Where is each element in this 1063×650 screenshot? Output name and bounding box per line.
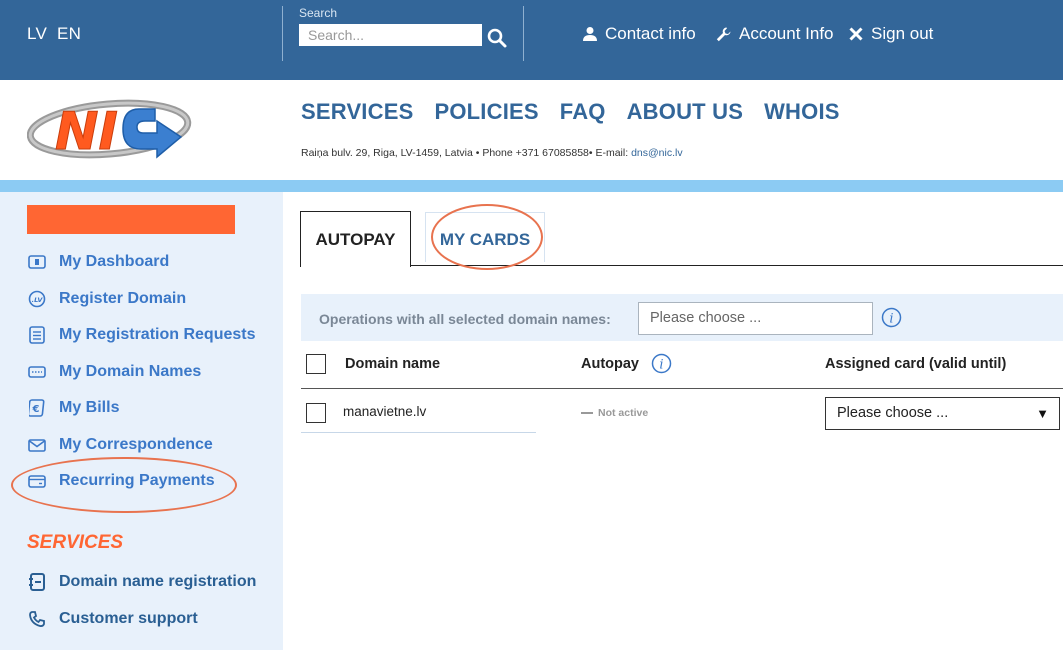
sidebar-item-label: Domain name registration	[59, 573, 257, 590]
nav-services[interactable]: SERVICES	[301, 99, 413, 125]
sidebar-item-bills[interactable]: € My Bills	[27, 398, 119, 418]
user-icon	[583, 26, 597, 42]
svg-text:NI: NI	[55, 102, 118, 161]
contact-info-label: Contact info	[605, 24, 696, 43]
sidebar-item-label: My Dashboard	[59, 253, 170, 270]
column-header-domain[interactable]: Domain name	[345, 356, 440, 372]
column-header-card[interactable]: Assigned card (valid until)	[825, 356, 1006, 372]
sidebar-item-registration-requests[interactable]: My Registration Requests	[27, 325, 255, 345]
autopay-status: Not active	[581, 407, 648, 419]
lv-badge-icon: .LV	[27, 289, 47, 309]
sidebar-item-label: My Domain Names	[59, 363, 202, 380]
dashboard-icon	[27, 252, 47, 272]
search-input[interactable]: Search...	[299, 24, 482, 46]
language-lv-link[interactable]: LV	[27, 24, 47, 44]
user-banner	[27, 205, 235, 234]
sidebar-item-register-domain[interactable]: .LV Register Domain	[27, 289, 186, 309]
search-label: Search	[299, 6, 338, 20]
sign-out-link[interactable]: Sign out	[849, 24, 933, 44]
sidebar-item-correspondence[interactable]: My Correspondence	[27, 435, 213, 455]
keyboard-icon	[27, 362, 47, 382]
divider	[282, 6, 283, 61]
email-link[interactable]: dns@nic.lv	[631, 147, 683, 159]
operations-select[interactable]: Please choose ...	[638, 302, 873, 335]
sidebar-item-label: My Correspondence	[59, 436, 213, 453]
info-icon[interactable]: i	[881, 307, 902, 328]
search-icon[interactable]	[486, 27, 508, 49]
tab-my-cards[interactable]: MY CARDS	[425, 212, 545, 262]
envelope-icon	[27, 435, 47, 455]
sidebar-item-label: My Bills	[59, 399, 120, 416]
svg-text:i: i	[889, 312, 893, 327]
column-header-autopay[interactable]: Autopay	[581, 356, 639, 372]
address-line: Raiņa bulv. 29, Riga, LV-1459, Latvia • …	[301, 147, 683, 159]
services-heading: SERVICES	[27, 532, 124, 553]
sidebar-item-domain-names[interactable]: My Domain Names	[27, 362, 201, 382]
divider	[523, 6, 524, 61]
wallet-icon	[27, 471, 47, 491]
sidebar-item-recurring-payments[interactable]: Recurring Payments	[27, 471, 215, 491]
sidebar-item-label: Customer support	[59, 610, 198, 627]
header-stripe	[0, 180, 1063, 192]
table-header-divider	[301, 388, 1063, 389]
card-select-value: Please choose ...	[837, 405, 949, 421]
nav-policies[interactable]: POLICIES	[434, 99, 538, 125]
svg-text:.LV: .LV	[32, 296, 44, 304]
tab-autopay[interactable]: AUTOPAY	[300, 211, 411, 267]
nic-logo[interactable]: NI	[26, 95, 195, 163]
domain-name-cell: manavietne.lv	[343, 404, 427, 419]
row-divider	[301, 432, 536, 433]
dropdown-arrow-icon: ▼	[1036, 406, 1049, 421]
contact-info-link[interactable]: Contact info	[583, 24, 696, 44]
sidebar-item-label: Recurring Payments	[59, 472, 215, 489]
autopay-status-label: Not active	[598, 407, 649, 419]
list-icon	[27, 325, 47, 345]
sidebar-item-label: Register Domain	[59, 290, 187, 307]
dash-icon	[581, 412, 593, 414]
sidebar-item-dashboard[interactable]: My Dashboard	[27, 252, 169, 272]
phone-icon	[27, 609, 47, 629]
language-en-link[interactable]: EN	[57, 24, 81, 44]
top-bar: LV EN Search Search... Contact info Acco…	[0, 0, 1063, 80]
nav-whois[interactable]: WHOIS	[764, 99, 840, 125]
main-nav: SERVICES POLICIES FAQ ABOUT US WHOIS	[301, 99, 840, 125]
svg-text:€: €	[32, 404, 40, 415]
sidebar-item-label: My Registration Requests	[59, 326, 256, 343]
tab-baseline	[411, 265, 1063, 266]
operations-label: Operations with all selected domain name…	[319, 311, 611, 327]
nav-about-us[interactable]: ABOUT US	[627, 99, 744, 125]
row-checkbox[interactable]	[306, 403, 326, 423]
account-info-link[interactable]: Account Info	[716, 24, 834, 44]
sidebar-item-domain-registration[interactable]: Domain name registration	[27, 572, 256, 592]
nav-faq[interactable]: FAQ	[560, 99, 606, 125]
registration-icon	[27, 572, 47, 592]
sidebar-item-customer-support[interactable]: Customer support	[27, 609, 198, 629]
sign-out-label: Sign out	[871, 24, 934, 43]
wrench-icon	[716, 27, 731, 42]
select-all-checkbox[interactable]	[306, 354, 326, 374]
euro-bill-icon: €	[27, 398, 47, 418]
address-text: Raiņa bulv. 29, Riga, LV-1459, Latvia • …	[301, 147, 632, 159]
card-select[interactable]: Please choose ... ▼	[825, 397, 1060, 430]
account-info-label: Account Info	[739, 24, 834, 43]
svg-text:i: i	[659, 358, 663, 373]
info-icon[interactable]: i	[651, 353, 672, 374]
close-icon	[849, 27, 863, 41]
